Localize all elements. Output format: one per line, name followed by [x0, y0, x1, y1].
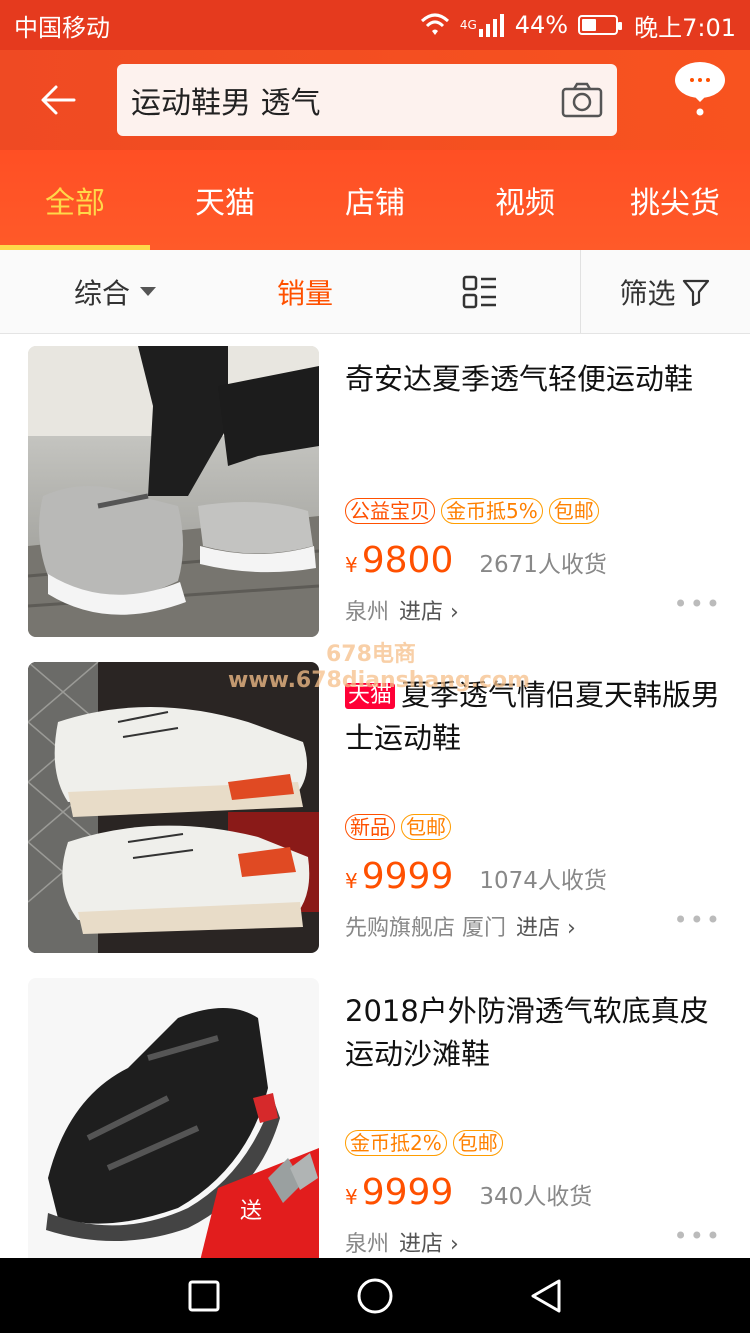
enter-store-label: 进店	[399, 1232, 444, 1257]
tab-all[interactable]: 全部	[0, 150, 150, 250]
status-right: 4G 44% 晚上7:01	[420, 8, 736, 43]
price-row: ¥ 9999 340人收货	[345, 1172, 592, 1213]
enter-store-link[interactable]: 进店 ›	[516, 910, 576, 942]
tag-free-shipping: 包邮	[452, 1130, 503, 1156]
filter-label: 筛选	[619, 276, 676, 310]
list-item[interactable]: 奇安达夏季透气轻便运动鞋 公益宝贝 金币抵5% 包邮 ¥ 9800 2671人收…	[0, 334, 750, 650]
gray-sneaker-image	[28, 346, 319, 637]
more-options-icon[interactable]: •••	[674, 906, 722, 934]
product-price: 9999	[361, 856, 454, 897]
product-list: 奇安达夏季透气轻便运动鞋 公益宝贝 金币抵5% 包邮 ¥ 9800 2671人收…	[0, 334, 750, 1258]
camera-icon[interactable]	[561, 82, 603, 118]
currency-symbol: ¥	[345, 1185, 358, 1209]
back-button[interactable]	[0, 50, 116, 150]
category-tabs: 全部 天猫 店铺 视频 挑尖货	[0, 150, 750, 250]
recent-apps-icon[interactable]	[187, 1279, 221, 1313]
product-tags: 金币抵2% 包邮	[345, 1130, 503, 1156]
tab-premium[interactable]: 挑尖货	[600, 150, 750, 250]
tag-free-shipping: 包邮	[548, 498, 599, 524]
enter-store-label: 进店	[516, 916, 561, 941]
product-title-text: 2018户外防滑透气软底真皮运动沙滩鞋	[345, 994, 709, 1071]
chevron-right-icon: ›	[567, 916, 576, 941]
store-location: 先购旗舰店 厦门	[345, 916, 506, 941]
enter-store-link[interactable]: 进店 ›	[399, 1226, 459, 1258]
list-item[interactable]: 送 2018户外防滑透气软底真皮运动沙滩鞋 金币抵2% 包邮 ¥ 9999 34…	[0, 966, 750, 1258]
status-bar: 中国移动 4G 44% 晚上7:01	[0, 0, 750, 50]
currency-symbol: ¥	[345, 553, 358, 577]
product-tags: 公益宝贝 金币抵5% 包邮	[345, 498, 599, 524]
chevron-right-icon: ›	[450, 1232, 459, 1257]
promo-gift-text: 送	[240, 1199, 262, 1224]
product-tags: 新品 包邮	[345, 814, 451, 840]
enter-store-link[interactable]: 进店 ›	[399, 594, 459, 626]
product-info: 2018户外防滑透气软底真皮运动沙滩鞋	[345, 990, 725, 1076]
enter-store-label: 进店	[399, 600, 444, 625]
carrier-name: 中国移动	[14, 13, 110, 42]
sort-general[interactable]: 综合	[0, 250, 230, 333]
store-location: 泉州	[345, 1232, 390, 1257]
wifi-icon	[420, 13, 449, 35]
sales-count: 1074人收货	[479, 868, 607, 894]
tag-charity: 公益宝贝	[345, 498, 435, 524]
currency-symbol: ¥	[345, 869, 358, 893]
filter-button[interactable]: 筛选	[580, 250, 748, 333]
sort-bar: 综合 销量 筛选	[0, 250, 750, 334]
store-meta: 泉州 进店 ›	[345, 594, 459, 626]
more-menu-icon[interactable]	[668, 58, 732, 122]
battery-icon	[578, 15, 623, 35]
sales-count: 2671人收货	[479, 552, 607, 578]
tag-free-shipping: 包邮	[401, 814, 451, 840]
sort-sales-label: 销量	[276, 276, 333, 310]
home-icon[interactable]	[356, 1277, 394, 1315]
system-nav-bar	[0, 1258, 750, 1333]
tab-tmall[interactable]: 天猫	[150, 150, 300, 250]
store-location: 泉州	[345, 600, 390, 625]
tag-coin-discount: 金币抵2%	[345, 1130, 447, 1156]
product-title[interactable]: 2018户外防滑透气软底真皮运动沙滩鞋	[345, 990, 725, 1076]
sort-sales[interactable]: 销量	[230, 250, 380, 333]
product-price: 9999	[361, 1172, 454, 1213]
battery-fill	[582, 19, 597, 31]
tag-new: 新品	[345, 814, 395, 840]
black-sandal-image: 送	[28, 978, 319, 1258]
price-row: ¥ 9800 2671人收货	[345, 540, 607, 581]
funnel-icon	[682, 279, 709, 306]
search-header: 运动鞋男 透气	[0, 50, 750, 150]
price-row: ¥ 9999 1074人收货	[345, 856, 607, 897]
caret-down-icon	[140, 287, 156, 296]
product-info: 奇安达夏季透气轻便运动鞋	[345, 358, 725, 401]
store-meta: 先购旗舰店 厦门 进店 ›	[345, 910, 576, 942]
tab-videos[interactable]: 视频	[450, 150, 600, 250]
list-item[interactable]: 天猫 夏季透气情侣夏天韩版男士运动鞋 新品 包邮 ¥ 9999 1074人收货 先…	[0, 650, 750, 966]
battery-percent: 44%	[514, 11, 569, 39]
store-meta: 泉州 进店 ›	[345, 1226, 459, 1258]
watermark-url: www.678dianshang.com	[228, 668, 531, 693]
white-sneakers-image	[28, 662, 319, 953]
more-options-icon[interactable]: •••	[674, 590, 722, 618]
chevron-right-icon: ›	[450, 600, 459, 625]
back-arrow-icon	[41, 85, 76, 115]
sales-count: 340人收货	[479, 1184, 593, 1210]
search-query: 运动鞋男 透气	[131, 86, 321, 121]
tab-stores[interactable]: 店铺	[300, 150, 450, 250]
list-view-icon	[462, 275, 496, 308]
product-image-black-sandal[interactable]: 送	[28, 978, 319, 1258]
sort-general-label: 综合	[73, 276, 130, 310]
search-input[interactable]: 运动鞋男 透气	[117, 64, 617, 136]
product-price: 9800	[361, 540, 454, 581]
signal-icon	[478, 14, 504, 37]
back-triangle-icon[interactable]	[529, 1278, 563, 1314]
layout-toggle-button[interactable]	[380, 250, 580, 333]
watermark-text: 678电商	[326, 642, 416, 667]
product-title[interactable]: 奇安达夏季透气轻便运动鞋	[345, 358, 725, 401]
network-type: 4G	[459, 18, 477, 32]
product-title-text: 奇安达夏季透气轻便运动鞋	[345, 362, 694, 396]
product-image-gray-sneaker[interactable]	[28, 346, 319, 637]
clock: 晚上7:01	[634, 13, 736, 42]
product-image-white-sneakers[interactable]	[28, 662, 319, 953]
tag-coin-discount: 金币抵5%	[441, 498, 543, 524]
more-options-icon[interactable]: •••	[674, 1222, 722, 1250]
